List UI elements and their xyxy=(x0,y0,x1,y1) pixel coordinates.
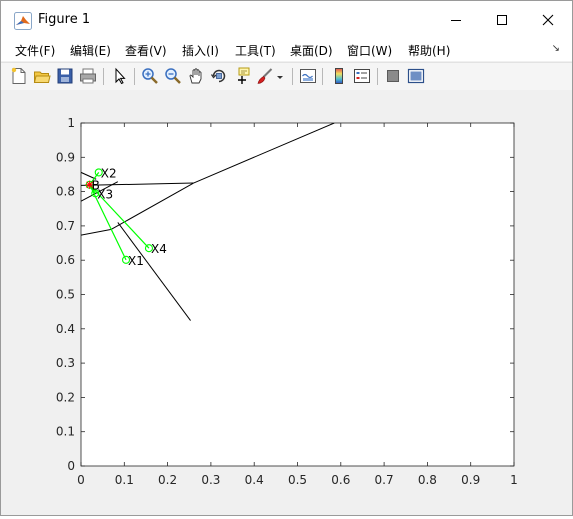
zoom-in-icon[interactable] xyxy=(141,67,159,85)
y-tick-label: 0.1 xyxy=(56,425,75,439)
legend-icon[interactable] xyxy=(353,67,371,85)
y-tick-label: 0.6 xyxy=(56,253,75,267)
y-tick-label: 0.3 xyxy=(56,356,75,370)
new-figure-icon[interactable] xyxy=(10,67,28,85)
brush-dropdown-icon[interactable] xyxy=(275,67,285,85)
zoom-out-icon[interactable] xyxy=(164,67,182,85)
open-file-icon[interactable] xyxy=(33,67,51,85)
figure-toolbar xyxy=(1,62,572,91)
x-tick-label: 0.6 xyxy=(331,473,350,487)
point-label: X2 xyxy=(101,166,117,180)
close-icon xyxy=(542,14,554,26)
menu-help[interactable]: 帮助(H) xyxy=(408,42,450,59)
y-tick-label: 0.2 xyxy=(56,390,75,404)
menu-window[interactable]: 窗口(W) xyxy=(347,42,392,59)
minimize-icon xyxy=(451,20,461,21)
y-tick-label: 0.5 xyxy=(56,288,75,302)
window-title: Figure 1 xyxy=(38,12,91,27)
x-tick-label: 0.7 xyxy=(375,473,394,487)
hide-plot-tools-icon[interactable] xyxy=(384,67,402,85)
colorbar-icon[interactable] xyxy=(330,67,348,85)
show-plot-tools-icon[interactable] xyxy=(407,67,425,85)
plot-area[interactable]: 0 0.1 0.2 0.3 0.4 0.5 0.6 0.7 0.8 0.9 1 0 0.1 0.2 0.3 0… xyxy=(1,90,572,515)
toolbar-separator xyxy=(377,68,378,85)
minimize-button[interactable] xyxy=(433,1,479,39)
menu-view[interactable]: 查看(V) xyxy=(125,42,167,59)
menu-insert[interactable]: 插入(I) xyxy=(182,42,219,59)
toolbar-separator xyxy=(322,68,323,85)
y-tick-label: 0 xyxy=(67,459,75,473)
toolbar-separator xyxy=(134,68,135,85)
maximize-icon xyxy=(497,15,507,25)
menu-overflow-arrow-icon[interactable]: ↘ xyxy=(552,43,560,54)
maximize-button[interactable] xyxy=(479,1,525,39)
point-label: X1 xyxy=(128,254,144,268)
center-label: B xyxy=(92,179,100,193)
close-button[interactable] xyxy=(525,1,571,39)
pan-hand-icon[interactable] xyxy=(187,67,205,85)
link-plot-icon[interactable] xyxy=(299,67,317,85)
edit-plot-arrow-icon[interactable] xyxy=(111,67,129,85)
menu-desktop[interactable]: 桌面(D) xyxy=(290,42,333,59)
matlab-logo-icon xyxy=(14,12,32,30)
menu-file[interactable]: 文件(F) xyxy=(15,42,55,59)
y-tick-label: 1 xyxy=(67,116,75,130)
y-tick-label: 0.9 xyxy=(56,150,75,164)
figure-window: Figure 1 文件(F) 编辑(E) 查看(V) 插入(I) 工具(T) 桌… xyxy=(0,0,573,516)
y-tick-label: 0.4 xyxy=(56,322,75,336)
title-bar[interactable]: Figure 1 xyxy=(1,1,572,39)
x-tick-label: 0.8 xyxy=(418,473,437,487)
save-icon[interactable] xyxy=(56,67,74,85)
brush-icon[interactable] xyxy=(256,67,274,85)
rotate-3d-icon[interactable] xyxy=(210,67,228,85)
point-label: X4 xyxy=(151,242,167,256)
figure-canvas: 0 0.1 0.2 0.3 0.4 0.5 0.6 0.7 0.8 0.9 1 0 0.1 0.2 0.3 0… xyxy=(1,90,572,515)
x-tick-label: 0.5 xyxy=(288,473,307,487)
x-tick-label: 0.2 xyxy=(158,473,177,487)
toolbar-separator xyxy=(103,68,104,85)
x-tick-label: 0.4 xyxy=(245,473,264,487)
x-tick-label: 1 xyxy=(510,473,518,487)
axes-box xyxy=(80,122,515,467)
menu-tools[interactable]: 工具(T) xyxy=(235,42,276,59)
x-tick-label: 0 xyxy=(77,473,85,487)
menu-bar: 文件(F) 编辑(E) 查看(V) 插入(I) 工具(T) 桌面(D) 窗口(W… xyxy=(1,39,572,61)
data-cursor-icon[interactable] xyxy=(233,67,251,85)
x-tick-label: 0.9 xyxy=(461,473,480,487)
menu-edit[interactable]: 编辑(E) xyxy=(70,42,111,59)
toolbar-separator xyxy=(292,68,293,85)
print-icon[interactable] xyxy=(79,67,97,85)
x-tick-label: 0.3 xyxy=(201,473,220,487)
y-tick-label: 0.7 xyxy=(56,219,75,233)
y-tick-label: 0.8 xyxy=(56,185,75,199)
x-tick-label: 0.1 xyxy=(115,473,134,487)
